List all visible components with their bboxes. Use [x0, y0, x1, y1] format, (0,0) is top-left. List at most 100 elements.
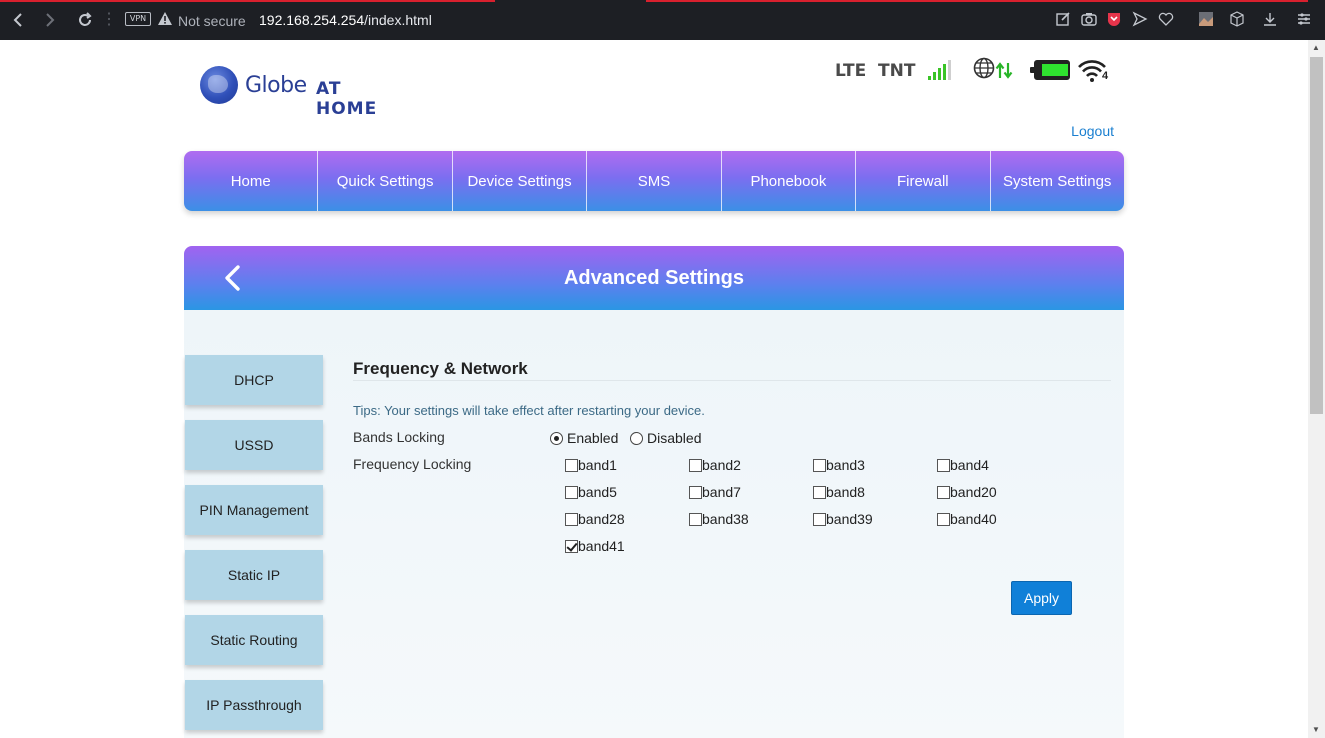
band-label: band41	[578, 538, 625, 554]
url-path: /index.html	[364, 12, 432, 28]
band-label: band38	[702, 511, 749, 527]
band-label: band7	[702, 484, 741, 500]
shield-icon[interactable]	[1106, 11, 1122, 29]
band-option-band38[interactable]: band38	[689, 511, 749, 527]
radio-disabled-label: Disabled	[647, 430, 702, 446]
nav-home[interactable]: Home	[184, 151, 319, 211]
brand-sub: AT HOME	[316, 79, 378, 119]
back-nav-icon[interactable]	[10, 11, 26, 29]
loading-bar	[646, 0, 1308, 2]
band-checkbox[interactable]	[937, 512, 950, 526]
wifi-client-count: 4	[1102, 70, 1109, 82]
edit-icon[interactable]	[1055, 11, 1071, 29]
page: Globe AT HOME LTE TNT 4 Logout Home Quic…	[0, 40, 1308, 738]
band-label: band1	[578, 457, 617, 473]
warning-icon[interactable]	[157, 11, 173, 29]
logout-link[interactable]: Logout	[1071, 123, 1114, 139]
band-checkbox[interactable]	[689, 458, 702, 472]
band-checkbox[interactable]	[565, 485, 578, 499]
radio-enabled[interactable]	[550, 431, 563, 445]
band-option-band2[interactable]: band2	[689, 457, 741, 473]
band-label: band2	[702, 457, 741, 473]
scroll-down-icon[interactable]: ▼	[1312, 725, 1320, 734]
section-header: Advanced Settings	[184, 246, 1124, 310]
loading-bar	[0, 0, 495, 2]
band-label: band20	[950, 484, 997, 500]
vpn-badge[interactable]: VPN	[125, 12, 151, 26]
side-menu-ip-passthrough[interactable]: IP Passthrough	[185, 680, 323, 730]
forward-nav-icon[interactable]	[42, 11, 58, 29]
band-checkbox[interactable]	[813, 458, 826, 472]
url-host: 192.168.254.254	[259, 12, 365, 28]
easy-setup-icon[interactable]	[1296, 11, 1312, 29]
band-option-band41[interactable]: band41	[565, 538, 625, 554]
download-icon[interactable]	[1262, 11, 1278, 29]
band-checkbox[interactable]	[813, 485, 826, 499]
band-checkbox[interactable]	[813, 512, 826, 526]
band-option-band1[interactable]: band1	[565, 457, 617, 473]
vertical-scrollbar[interactable]: ▲ ▼	[1308, 40, 1325, 738]
apply-button[interactable]: Apply	[1011, 581, 1072, 615]
nav-phonebook[interactable]: Phonebook	[722, 151, 857, 211]
side-menu-ussd[interactable]: USSD	[185, 420, 323, 470]
band-checkbox[interactable]	[565, 539, 578, 553]
globe-logo-icon	[200, 66, 238, 104]
band-checkbox[interactable]	[937, 458, 950, 472]
side-menu-pin-management[interactable]: PIN Management	[185, 485, 323, 535]
menu-dots-icon[interactable]: ⋮	[101, 11, 117, 29]
side-menu-dhcp[interactable]: DHCP	[185, 355, 323, 405]
band-label: band3	[826, 457, 865, 473]
band-option-band8[interactable]: band8	[813, 484, 865, 500]
band-option-band5[interactable]: band5	[565, 484, 617, 500]
radio-disabled[interactable]	[630, 431, 643, 445]
side-menu-static-routing[interactable]: Static Routing	[185, 615, 323, 665]
band-label: band39	[826, 511, 873, 527]
bands-locking-enabled[interactable]: Enabled	[550, 430, 618, 446]
panel-title: Frequency & Network	[353, 359, 528, 378]
security-status[interactable]: Not secure	[178, 13, 246, 29]
band-option-band40[interactable]: band40	[937, 511, 997, 527]
cube-icon[interactable]	[1229, 11, 1245, 29]
scroll-up-icon[interactable]: ▲	[1312, 43, 1320, 52]
operator-name: TNT	[878, 61, 916, 81]
band-option-band4[interactable]: band4	[937, 457, 989, 473]
url-bar[interactable]: 192.168.254.254/index.html	[259, 12, 432, 28]
gallery-icon[interactable]	[1198, 11, 1214, 29]
wifi-icon: 4	[1077, 58, 1111, 84]
heart-icon[interactable]	[1158, 11, 1174, 29]
band-label: band40	[950, 511, 997, 527]
nav-system-settings[interactable]: System Settings	[991, 151, 1124, 211]
globe-icon	[973, 57, 1017, 81]
up-down-arrows-icon	[995, 62, 1013, 79]
band-checkbox[interactable]	[937, 485, 950, 499]
scrollbar-thumb[interactable]	[1310, 57, 1323, 414]
band-label: band5	[578, 484, 617, 500]
radio-enabled-label: Enabled	[567, 430, 619, 446]
bands-locking-label: Bands Locking	[353, 429, 445, 445]
main-nav: Home Quick Settings Device Settings SMS …	[184, 151, 1124, 211]
band-option-band7[interactable]: band7	[689, 484, 741, 500]
band-label: band28	[578, 511, 625, 527]
band-option-band28[interactable]: band28	[565, 511, 625, 527]
band-option-band39[interactable]: band39	[813, 511, 873, 527]
side-menu-static-ip[interactable]: Static IP	[185, 550, 323, 600]
nav-device-settings[interactable]: Device Settings	[453, 151, 588, 211]
nav-sms[interactable]: SMS	[587, 151, 722, 211]
tips-text: Tips: Your settings will take effect aft…	[353, 403, 705, 418]
browser-toolbar: ⋮ VPN Not secure 192.168.254.254/index.h…	[0, 0, 1325, 40]
band-checkbox[interactable]	[689, 485, 702, 499]
brand-name: Globe	[245, 73, 307, 98]
nav-firewall[interactable]: Firewall	[856, 151, 991, 211]
reload-icon[interactable]	[76, 11, 94, 29]
bands-locking-disabled[interactable]: Disabled	[630, 430, 701, 446]
band-label: band4	[950, 457, 989, 473]
band-option-band20[interactable]: band20	[937, 484, 997, 500]
nav-quick-settings[interactable]: Quick Settings	[318, 151, 453, 211]
band-checkbox[interactable]	[565, 512, 578, 526]
camera-icon[interactable]	[1080, 11, 1098, 29]
send-icon[interactable]	[1132, 11, 1148, 29]
band-checkbox[interactable]	[689, 512, 702, 526]
band-checkbox[interactable]	[565, 458, 578, 472]
signal-bars-icon	[928, 60, 952, 80]
band-option-band3[interactable]: band3	[813, 457, 865, 473]
